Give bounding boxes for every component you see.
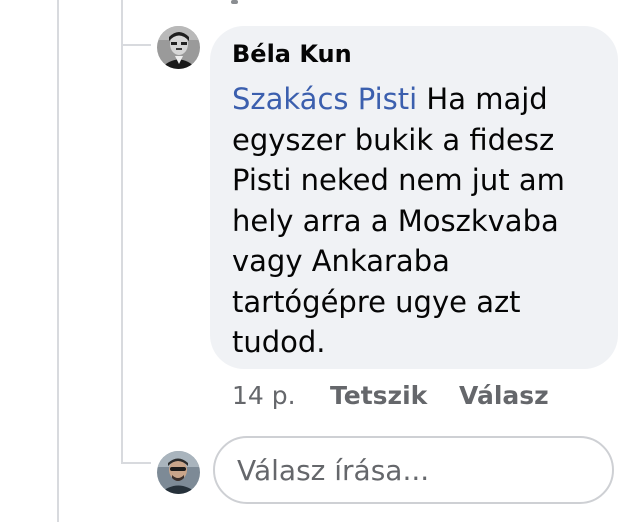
mention-link[interactable]: Szakács Pisti xyxy=(232,82,417,116)
thread-branch-reply xyxy=(121,462,151,464)
reply-input-container[interactable] xyxy=(213,436,614,504)
comment-text-line: Ha majd xyxy=(417,82,548,116)
comment-text-line: Pisti neked nem jut am xyxy=(232,163,565,197)
comment-text: Szakács Pisti Ha majd egyszer bukik a fid… xyxy=(232,79,602,363)
comment-text-line: tudod. xyxy=(232,325,326,359)
outer-thread-line xyxy=(57,0,59,522)
comment-text-line: vagy Ankaraba xyxy=(232,244,450,278)
user-photo-icon xyxy=(157,451,200,494)
comment-timestamp[interactable]: 14 p. xyxy=(232,381,296,410)
reply-input[interactable] xyxy=(237,438,597,502)
comment-text-line: egyszer bukik a fidesz xyxy=(232,122,555,157)
commenter-avatar[interactable] xyxy=(157,26,200,69)
comment-text-line: tartógépre ugye azt xyxy=(232,284,521,319)
commenter-photo-icon xyxy=(157,26,200,69)
previous-row-remnant xyxy=(231,0,238,4)
comment-text-line: hely arra a Moszkvaba xyxy=(232,203,559,238)
current-user-avatar[interactable] xyxy=(157,451,200,494)
inner-thread-line xyxy=(121,0,123,462)
reply-button[interactable]: Válasz xyxy=(459,381,549,410)
thread-branch-comment xyxy=(121,44,151,46)
like-button[interactable]: Tetszik xyxy=(330,381,427,410)
comment-author-name[interactable]: Béla Kun xyxy=(232,40,352,68)
